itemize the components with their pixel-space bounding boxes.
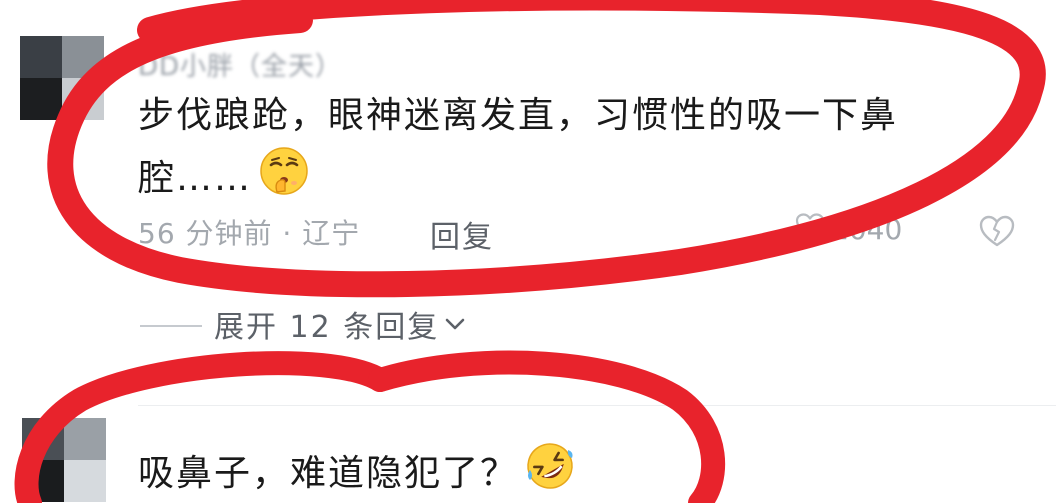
comment-divider — [138, 405, 1056, 406]
comment-time-location: 56 分钟前 · 辽宁 — [138, 217, 361, 250]
broken-heart-icon[interactable] — [978, 214, 1016, 252]
comment-text: 吸鼻子，难道隐犯了？ — [138, 440, 938, 503]
like-count: 1040 — [831, 213, 903, 246]
chevron-down-icon — [443, 307, 467, 342]
expand-replies-label: 展开 12 条回复 — [214, 310, 440, 345]
expand-replies-button[interactable]: 展开 12 条回复 — [214, 302, 467, 346]
expand-divider — [140, 325, 202, 327]
avatar[interactable] — [22, 418, 106, 502]
username[interactable]: DD小胖（全天） — [138, 46, 342, 83]
avatar[interactable] — [20, 36, 104, 120]
comment-thread: DD小胖（全天） 步伐踉跄，眼神迷离发直，习惯性的吸一下鼻腔…… 56 分钟前 … — [0, 0, 1056, 503]
comment-body: 步伐踉跄，眼神迷离发直，习惯性的吸一下鼻腔…… — [138, 95, 899, 199]
comment-body: 吸鼻子，难道隐犯了？ — [138, 453, 519, 494]
comment-text: 步伐踉跄，眼神迷离发直，习惯性的吸一下鼻腔…… — [138, 87, 938, 215]
reply-button[interactable]: 回复 — [430, 212, 494, 256]
like-button[interactable]: 1040 — [795, 212, 902, 247]
shushing-face-icon — [258, 145, 310, 215]
rolling-laughing-face-icon — [524, 440, 576, 503]
heart-outline-icon — [795, 212, 825, 247]
